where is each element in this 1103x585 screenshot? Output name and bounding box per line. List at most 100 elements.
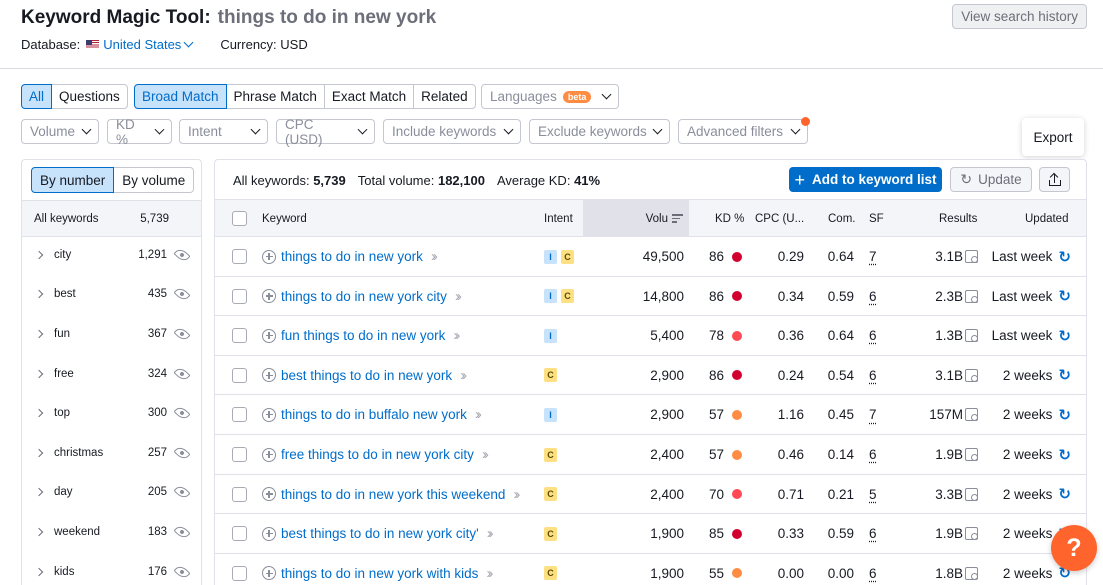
cpc-dropdown[interactable]: CPC (USD) [276,117,375,147]
keyword-link[interactable]: things to do in new york with kids [281,566,478,581]
chevron-right-icon[interactable] [34,567,44,576]
refresh-icon[interactable]: ↻ [1058,406,1071,424]
row-checkbox[interactable] [232,565,247,581]
eye-icon[interactable] [173,444,191,462]
sf-cell[interactable]: 5 [869,475,877,514]
sf-cell[interactable]: 6 [869,277,877,316]
chevron-right-icon[interactable] [34,250,44,260]
double-chevron-right-icon[interactable]: ›› [482,446,489,463]
view-search-history-button[interactable]: View search history [952,4,1087,29]
sf-value[interactable]: 7 [869,407,877,422]
refresh-icon[interactable]: ↻ [1058,485,1071,503]
column-keyword[interactable]: Keyword [262,200,307,237]
keyword-link[interactable]: free things to do in new york city [281,447,474,462]
keyword-link[interactable]: things to do in new york city [281,289,447,304]
add-keyword-icon[interactable] [262,407,276,422]
refresh-icon[interactable]: ↻ [1058,287,1071,305]
refresh-icon[interactable]: ↻ [1058,327,1071,345]
keyword-link[interactable]: things to do in new york this weekend [281,487,505,502]
double-chevron-right-icon[interactable]: ›› [513,486,520,503]
row-checkbox[interactable] [232,447,247,462]
export-button[interactable] [1039,167,1070,192]
row-checkbox[interactable] [232,328,247,344]
tab-all[interactable]: All [21,84,53,109]
sf-value[interactable]: 6 [869,566,877,581]
double-chevron-right-icon[interactable]: ›› [475,406,482,423]
tab-related[interactable]: Related [413,84,476,109]
eye-icon[interactable] [173,325,191,343]
chevron-right-icon[interactable] [34,488,44,497]
database-selector[interactable]: United States [86,37,194,52]
chevron-right-icon[interactable] [34,290,44,299]
column-sf[interactable]: SF [869,200,884,237]
sf-cell[interactable]: 6 [869,435,877,474]
chevron-right-icon[interactable] [34,369,44,378]
column-results[interactable]: Results [939,200,977,237]
double-chevron-right-icon[interactable]: ›› [487,525,494,542]
add-keyword-icon[interactable] [262,328,276,343]
row-checkbox[interactable] [232,249,247,264]
keyword-group-item[interactable]: city 1,291 [22,235,201,275]
column-cpc[interactable]: CPC (U... [755,200,804,237]
keyword-group-item[interactable]: kids 176 [22,552,201,585]
keyword-group-item[interactable]: fun 367 [22,314,201,354]
tab-questions[interactable]: Questions [51,84,128,109]
eye-icon[interactable] [173,404,191,422]
eye-icon[interactable] [173,246,191,264]
keyword-group-item[interactable]: day 205 [22,473,201,513]
row-checkbox[interactable] [232,288,247,304]
double-chevron-right-icon[interactable]: ›› [460,367,467,384]
row-checkbox[interactable] [232,367,247,383]
exclude-keywords-dropdown[interactable]: Exclude keywords [529,119,670,144]
row-checkbox[interactable] [232,407,247,423]
sf-cell[interactable]: 6 [869,316,877,355]
column-updated[interactable]: Updated [1025,200,1068,237]
refresh-icon[interactable]: ↻ [1058,446,1071,464]
advanced-filters-dropdown[interactable]: Advanced filters [678,119,808,144]
keyword-group-item[interactable]: top 300 [22,393,201,433]
sf-cell[interactable]: 7 [869,237,877,276]
sf-value[interactable]: 7 [869,249,877,264]
sf-value[interactable]: 6 [869,368,877,383]
keyword-group-item[interactable]: free 324 [22,354,201,394]
add-keyword-icon[interactable] [262,487,276,502]
sf-value[interactable]: 6 [869,526,877,541]
sf-cell[interactable]: 7 [869,395,877,434]
tab-broad-match[interactable]: Broad Match [134,84,227,109]
row-checkbox[interactable] [232,486,247,502]
add-keyword-icon[interactable] [262,566,276,581]
add-keyword-icon[interactable] [262,368,276,383]
eye-icon[interactable] [173,563,191,581]
keyword-link[interactable]: things to do in new york [281,249,423,264]
add-to-keyword-list-button[interactable]: + Add to keyword list [789,167,942,192]
sf-value[interactable]: 6 [869,328,877,343]
chevron-right-icon[interactable] [34,527,44,537]
all-keywords-group[interactable]: All keywords 5,739 [22,200,201,237]
keyword-link[interactable]: fun things to do in new york [281,328,445,343]
refresh-icon[interactable]: ↻ [1058,248,1071,266]
double-chevron-right-icon[interactable]: ›› [486,565,493,582]
column-kd[interactable]: KD % [715,200,744,237]
update-button[interactable]: ↻ Update [950,167,1032,192]
eye-icon[interactable] [173,523,191,541]
add-keyword-icon[interactable] [262,447,276,462]
sf-cell[interactable]: 6 [869,514,877,553]
select-all-checkbox[interactable] [232,211,247,226]
column-com[interactable]: Com. [828,200,855,237]
tab-phrase-match[interactable]: Phrase Match [225,84,325,109]
chevron-right-icon[interactable] [34,329,44,339]
double-chevron-right-icon[interactable]: ›› [431,248,438,265]
keyword-group-item[interactable]: weekend 183 [22,512,201,552]
column-intent[interactable]: Intent [544,200,573,237]
column-volume[interactable]: Volu [583,200,689,237]
row-checkbox[interactable] [232,526,247,542]
sf-value[interactable]: 6 [869,289,877,304]
volume-dropdown[interactable]: Volume [21,119,99,144]
add-keyword-icon[interactable] [262,289,276,304]
double-chevron-right-icon[interactable]: ›› [455,288,462,305]
refresh-icon[interactable]: ↻ [1058,366,1071,384]
by-number-button[interactable]: By number [31,167,115,193]
chevron-right-icon[interactable] [34,448,44,458]
include-keywords-dropdown[interactable]: Include keywords [383,119,521,144]
eye-icon[interactable] [173,365,191,383]
